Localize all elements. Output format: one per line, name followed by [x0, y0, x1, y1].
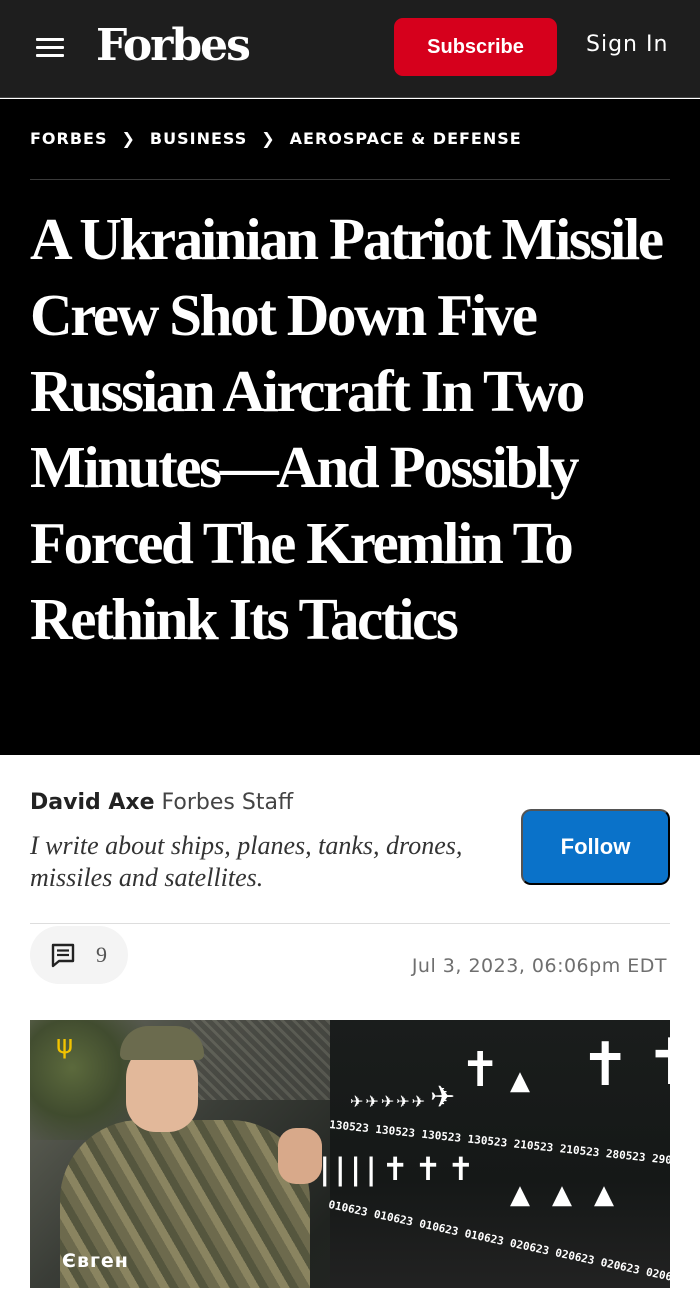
subscribe-button[interactable]: Subscribe	[394, 18, 557, 76]
follow-button[interactable]: Follow	[521, 809, 670, 885]
missile-mark-icon: ✝	[460, 1042, 501, 1098]
sign-in-link[interactable]: Sign In	[586, 32, 668, 57]
comments-button[interactable]: 9	[30, 926, 128, 984]
breadcrumb-item-aerospace-defense[interactable]: AEROSPACE & DEFENSE	[290, 129, 522, 148]
missile-mark-icon: ✝	[580, 1030, 631, 1100]
missile-marks-icon: ǀǀǀǀ✝✝✝	[320, 1150, 481, 1188]
missile-mark-icon: ✝	[645, 1026, 670, 1100]
page-title: A Ukrainian Patriot Missile Crew Shot Do…	[30, 206, 664, 652]
forbes-logo[interactable]: Forbes	[96, 18, 251, 74]
author-bio: I write about ships, planes, tanks, dron…	[30, 831, 463, 892]
drone-marks-icon: ▲▲▲	[510, 1180, 636, 1210]
drone-mark-icon: ▲	[510, 1066, 530, 1096]
comment-icon	[51, 943, 75, 968]
trident-icon: ψ	[56, 1030, 74, 1060]
comment-count: 9	[96, 942, 107, 967]
author-name[interactable]: David Axe	[30, 790, 155, 815]
author-role: Forbes Staff	[161, 790, 294, 815]
drone-marks-icon: ✈✈✈✈✈	[350, 1092, 428, 1111]
soldier-fist	[278, 1128, 322, 1184]
menu-icon[interactable]	[36, 36, 66, 60]
top-nav: Forbes Subscribe Sign In	[0, 0, 700, 98]
publish-date: Jul 3, 2023, 06:06pm EDT	[411, 955, 667, 977]
breadcrumb: FORBES ❯ BUSINESS ❯ AEROSPACE & DEFENSE	[30, 129, 522, 148]
divider	[30, 179, 670, 180]
chevron-right-icon: ❯	[261, 129, 276, 148]
soldier-cap	[120, 1026, 204, 1060]
divider	[30, 923, 670, 924]
article-hero: FORBES ❯ BUSINESS ❯ AEROSPACE & DEFENSE …	[0, 99, 700, 755]
breadcrumb-item-business[interactable]: BUSINESS	[150, 129, 247, 148]
lead-image[interactable]: ✝ ✝ ✝ ✈ ▲ ✈✈✈✈✈ ǀǀǀǀ✝✝✝ ▲▲▲ 130523 13052…	[30, 1020, 670, 1288]
author-line: David Axe Forbes Staff	[30, 790, 293, 815]
chevron-right-icon: ❯	[121, 129, 136, 148]
breadcrumb-item-forbes[interactable]: FORBES	[30, 129, 108, 148]
aircraft-mark-icon: ✈	[430, 1080, 456, 1115]
image-name-tag: Євген	[62, 1250, 129, 1272]
